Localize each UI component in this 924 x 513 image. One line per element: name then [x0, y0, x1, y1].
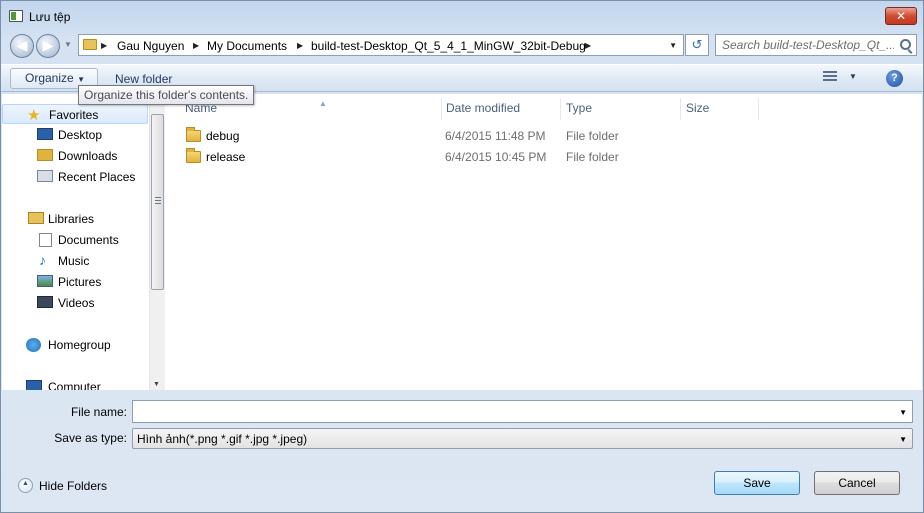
nav-label: Computer: [48, 380, 101, 390]
folder-icon: [186, 127, 201, 142]
scroll-down-icon[interactable]: ▼: [153, 381, 160, 388]
app-icon: [9, 10, 23, 22]
file-name: release: [206, 150, 246, 164]
breadcrumb-separator-icon[interactable]: ▶: [585, 41, 591, 50]
save-as-type-select[interactable]: Hình ảnh(*.png *.gif *.jpg *.jpeg) ▼: [132, 428, 913, 449]
back-button[interactable]: ◀: [10, 34, 34, 58]
videos-icon: [37, 296, 53, 308]
nav-label: Music: [58, 254, 90, 268]
column-header-size[interactable]: Size: [681, 98, 759, 120]
refresh-button[interactable]: ↺: [685, 34, 709, 56]
breadcrumb-gau-nguyen[interactable]: Gau Nguyen: [117, 39, 184, 53]
dialog-footer: Hide Folders Save Cancel: [1, 456, 923, 512]
main-area: ★ Favorites Desktop Downloads Recent Pla…: [2, 94, 922, 390]
nav-favorites[interactable]: ★ Favorites: [2, 104, 148, 124]
navigation-scrollbar[interactable]: ▼: [149, 102, 165, 390]
file-row-release[interactable]: release 6/4/2015 10:45 PM File folder: [182, 147, 922, 167]
desktop-icon: [37, 128, 53, 140]
folder-icon: [83, 39, 97, 50]
organize-tooltip: Organize this folder's contents.: [78, 85, 255, 105]
nav-label: Recent Places: [58, 170, 136, 184]
homegroup-icon: [26, 338, 41, 352]
music-icon: ♪: [39, 252, 46, 268]
nav-label: Favorites: [49, 108, 99, 122]
search-input[interactable]: [722, 38, 894, 52]
breadcrumb-separator-icon[interactable]: ▶: [193, 41, 199, 50]
sort-ascending-icon: ▲: [319, 99, 327, 108]
downloads-icon: [37, 149, 53, 161]
change-view-button[interactable]: ▼: [823, 71, 863, 87]
recent-locations-chevron-icon[interactable]: ▼: [64, 40, 72, 49]
navigation-pane: ★ Favorites Desktop Downloads Recent Pla…: [2, 94, 148, 390]
file-date-modified: 6/4/2015 10:45 PM: [445, 150, 547, 164]
nav-pictures[interactable]: Pictures: [2, 272, 148, 292]
grip-icon: [155, 197, 161, 204]
address-dropdown-icon[interactable]: ▼: [669, 41, 677, 50]
star-icon: ★: [27, 107, 41, 124]
nav-homegroup[interactable]: Homegroup: [2, 335, 148, 355]
folder-icon: [186, 148, 201, 163]
file-row-debug[interactable]: debug 6/4/2015 11:48 PM File folder: [182, 126, 922, 146]
file-name-combobox[interactable]: ▼: [132, 400, 913, 423]
documents-icon: [39, 233, 52, 247]
file-date-modified: 6/4/2015 11:48 PM: [445, 129, 546, 143]
save-file-dialog: Lưu tệp ✕ ◀ ▶ ▼ ▶ Gau Nguyen ▶ My Docume…: [0, 0, 924, 513]
file-name: debug: [206, 129, 240, 143]
save-as-type-label: Save as type:: [54, 431, 127, 445]
file-name-input[interactable]: [137, 404, 887, 419]
nav-videos[interactable]: Videos: [2, 293, 148, 313]
chevron-down-icon[interactable]: ▼: [849, 72, 857, 81]
scrollbar-thumb[interactable]: [151, 114, 164, 290]
close-button[interactable]: ✕: [885, 7, 917, 25]
file-type: File folder: [566, 150, 619, 164]
pictures-icon: [37, 275, 53, 287]
nav-documents[interactable]: Documents: [2, 230, 148, 250]
collapse-icon: [18, 478, 33, 493]
nav-desktop[interactable]: Desktop: [2, 125, 148, 145]
nav-label: Downloads: [58, 149, 118, 163]
file-name-label: File name:: [70, 405, 127, 419]
organize-label: Organize: [25, 71, 74, 85]
window-title: Lưu tệp: [29, 10, 71, 24]
column-header-date-modified[interactable]: Date modified: [441, 98, 561, 120]
forward-button[interactable]: ▶: [36, 34, 60, 58]
help-button[interactable]: ?: [886, 70, 903, 87]
chevron-down-icon: ▼: [899, 435, 907, 444]
nav-label: Pictures: [58, 275, 102, 289]
column-header-type[interactable]: Type: [561, 98, 681, 120]
save-fields: File name: ▼ Save as type: Hình ảnh(*.pn…: [1, 391, 923, 451]
chevron-down-icon[interactable]: ▼: [899, 408, 907, 417]
recent-places-icon: [37, 170, 53, 182]
nav-label: Desktop: [58, 128, 103, 142]
search-icon[interactable]: [900, 39, 911, 50]
address-bar[interactable]: ▶ Gau Nguyen ▶ My Documents ▶ build-test…: [78, 34, 684, 56]
title-bar: Lưu tệp ✕: [1, 1, 923, 31]
details-view-icon: [823, 71, 837, 83]
nav-recent-places[interactable]: Recent Places: [2, 167, 148, 187]
nav-libraries[interactable]: Libraries: [2, 209, 148, 229]
nav-downloads[interactable]: Downloads: [2, 146, 148, 166]
nav-label: Documents: [58, 233, 119, 247]
hide-folders-label: Hide Folders: [39, 479, 108, 493]
address-row: ◀ ▶ ▼ ▶ Gau Nguyen ▶ My Documents ▶ buil…: [1, 31, 923, 61]
nav-label: Homegroup: [48, 338, 111, 352]
save-button[interactable]: Save: [714, 471, 800, 495]
breadcrumb-separator-icon[interactable]: ▶: [101, 41, 107, 50]
new-folder-button[interactable]: New folder: [115, 72, 172, 86]
computer-icon: [26, 380, 42, 390]
nav-music[interactable]: ♪ Music: [2, 251, 148, 271]
save-as-type-value: Hình ảnh(*.png *.gif *.jpg *.jpeg): [137, 432, 308, 446]
file-type: File folder: [566, 129, 619, 143]
breadcrumb-my-documents[interactable]: My Documents: [207, 39, 287, 53]
breadcrumb-current-folder[interactable]: build-test-Desktop_Qt_5_4_1_MinGW_32bit-…: [311, 39, 586, 53]
file-list: Name ▲ Date modified Type Size debug 6/4…: [166, 94, 922, 390]
breadcrumb-separator-icon[interactable]: ▶: [297, 41, 303, 50]
nav-label: Videos: [58, 296, 95, 310]
search-box[interactable]: [715, 34, 917, 56]
nav-computer[interactable]: Computer: [2, 377, 148, 390]
libraries-icon: [28, 212, 44, 224]
cancel-button[interactable]: Cancel: [814, 471, 900, 495]
nav-label: Libraries: [48, 212, 95, 226]
